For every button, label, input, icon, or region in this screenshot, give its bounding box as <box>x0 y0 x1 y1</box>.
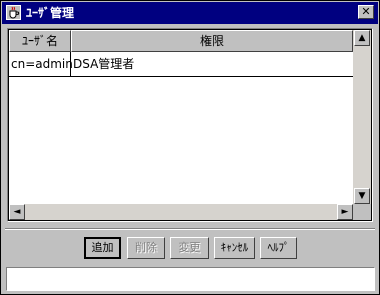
user-management-window: ﾕｰｻﾞ管理 ✕ ﾕｰｻﾞ名 権限 cn=admin DSA管理者 ▲ ▼ ◄ … <box>0 0 380 295</box>
change-button[interactable]: 変更 <box>170 237 209 259</box>
scrollbar-corner <box>353 204 371 220</box>
column-divider <box>70 52 71 77</box>
column-header-user-name[interactable]: ﾕｰｻﾞ名 <box>9 30 71 52</box>
table-cell-user[interactable]: cn=admin <box>9 52 73 76</box>
horizontal-scrollbar[interactable]: ◄ ► <box>9 204 353 220</box>
user-table: ﾕｰｻﾞ名 権限 cn=admin DSA管理者 ▲ ▼ ◄ ► <box>8 29 372 221</box>
add-button[interactable]: 追加 <box>84 237 121 259</box>
close-button[interactable]: ✕ <box>358 5 374 19</box>
status-bar <box>6 267 375 291</box>
separator <box>5 228 375 230</box>
title-bar: ﾕｰｻﾞ管理 ✕ <box>2 2 378 24</box>
user-table-frame: ﾕｰｻﾞ名 権限 cn=admin DSA管理者 ▲ ▼ ◄ ► <box>7 28 373 222</box>
java-cup-icon <box>6 5 21 20</box>
scroll-right-arrow-icon[interactable]: ► <box>337 204 353 220</box>
delete-button[interactable]: 削除 <box>127 237 165 259</box>
scroll-down-arrow-icon[interactable]: ▼ <box>354 188 370 204</box>
window-title: ﾕｰｻﾞ管理 <box>26 6 75 20</box>
vertical-scrollbar[interactable]: ▲ ▼ <box>353 30 371 204</box>
column-header-permission[interactable]: 権限 <box>71 30 353 52</box>
scroll-left-arrow-icon[interactable]: ◄ <box>9 204 25 220</box>
help-button[interactable]: ﾍﾙﾌﾟ <box>260 237 297 259</box>
scroll-up-arrow-icon[interactable]: ▲ <box>354 30 370 46</box>
table-cell-permission[interactable]: DSA管理者 <box>71 52 353 76</box>
row-divider <box>9 76 353 77</box>
cancel-button[interactable]: ｷｬﾝｾﾙ <box>214 237 255 259</box>
